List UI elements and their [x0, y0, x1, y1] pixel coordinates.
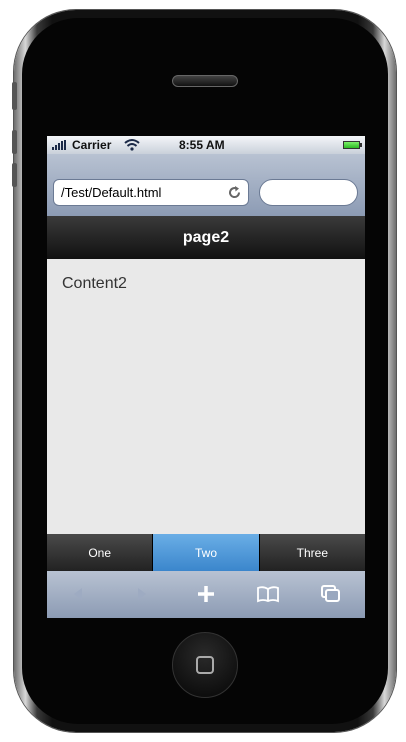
battery-icon — [343, 141, 362, 149]
browser-toolbar — [47, 571, 365, 618]
signal-icon — [52, 140, 66, 150]
volume-up-button — [12, 130, 17, 154]
home-button[interactable] — [172, 632, 238, 698]
browser-url-bar: /Test/Default.html — [47, 154, 365, 216]
reload-icon[interactable] — [226, 184, 243, 201]
bookmarks-icon[interactable] — [254, 581, 282, 607]
wifi-icon — [124, 139, 140, 151]
forward-icon[interactable] — [128, 581, 156, 607]
clock: 8:55 AM — [179, 138, 225, 152]
screen: Carrier 8:55 AM /Test/Default.html page2… — [47, 136, 365, 618]
status-bar: Carrier 8:55 AM — [47, 136, 365, 154]
earpiece-speaker — [172, 75, 238, 87]
back-icon[interactable] — [64, 581, 92, 607]
tab-two[interactable]: Two — [153, 534, 260, 571]
mute-switch — [12, 82, 17, 110]
carrier-label: Carrier — [72, 138, 112, 152]
tab-bar: One Two Three — [47, 534, 365, 571]
home-square-icon — [196, 656, 214, 674]
search-field[interactable] — [259, 179, 358, 206]
page-header: page2 — [47, 216, 365, 259]
tab-three[interactable]: Three — [259, 534, 365, 571]
tab-label: One — [88, 545, 111, 560]
address-text: /Test/Default.html — [61, 185, 162, 200]
address-field[interactable]: /Test/Default.html — [53, 179, 249, 206]
page-content: Content2 — [62, 275, 127, 292]
volume-down-button — [12, 163, 17, 187]
tab-one[interactable]: One — [47, 534, 154, 571]
page-title: page2 — [182, 229, 230, 246]
tab-label: Three — [296, 545, 328, 560]
pages-icon[interactable] — [317, 581, 345, 607]
add-icon[interactable] — [192, 581, 220, 607]
tab-label: Two — [194, 545, 217, 560]
